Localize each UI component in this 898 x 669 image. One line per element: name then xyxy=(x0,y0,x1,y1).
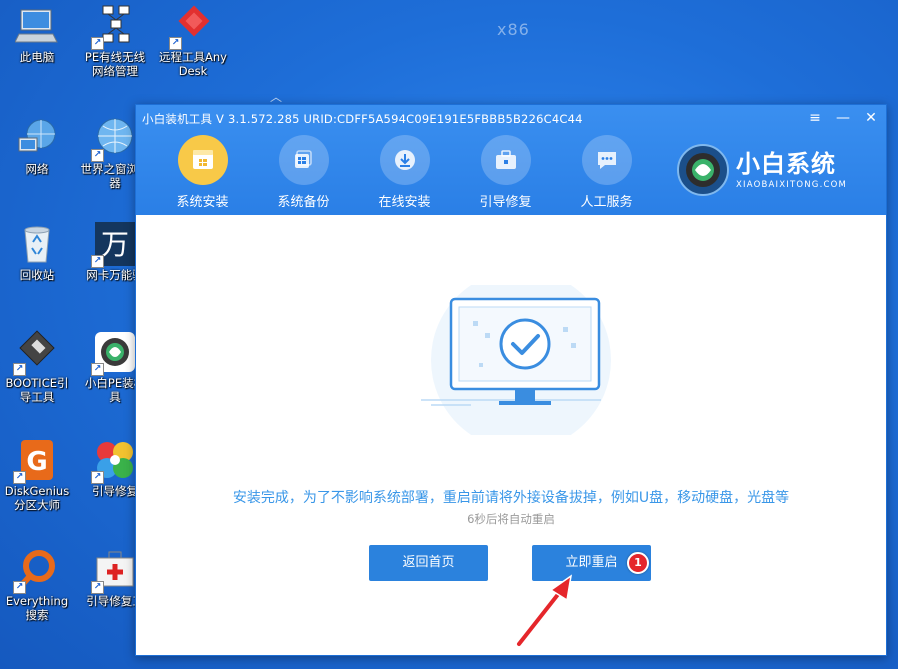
floppy-tool-icon: ↗ xyxy=(13,330,59,376)
medkit-icon: ↗ xyxy=(91,548,137,594)
menu-button[interactable]: ≡ xyxy=(804,108,826,128)
tab-label: 系统安装 xyxy=(176,195,229,210)
svg-text:万: 万 xyxy=(101,228,129,261)
tab-human-service[interactable]: 人工服务 xyxy=(556,135,657,210)
window-header: 小白装机工具 V 3.1.572.285 URID:CDFF5A594C09E1… xyxy=(136,105,886,215)
tab-label: 在线安装 xyxy=(378,195,431,210)
install-complete-message: 安装完成，为了不影响系统部署，重启前请将外接设备拔掉，例如U盘，移动硬盘，光盘等 xyxy=(232,490,790,506)
title-bar[interactable]: 小白装机工具 V 3.1.572.285 URID:CDFF5A594C09E1… xyxy=(136,105,886,131)
shortcut-arrow-icon: ↗ xyxy=(169,37,182,50)
svg-text:G: G xyxy=(26,447,47,477)
world-window-browser-icon: ↗ xyxy=(91,116,137,162)
desktop-icon-everything[interactable]: ↗ Everything搜索 xyxy=(2,548,72,622)
recycle-bin-icon xyxy=(15,222,59,266)
desktop-icon-pe-network[interactable]: ↗ PE有线无线网络管理 xyxy=(80,4,150,78)
desktop-icon-label: DiskGenius分区大师 xyxy=(4,484,70,512)
desktop-icon-label: 此电脑 xyxy=(19,50,55,64)
close-button[interactable]: ✕ xyxy=(860,108,882,128)
download-icon xyxy=(379,135,430,185)
tab-system-install[interactable]: 系统安装 xyxy=(152,131,253,211)
desktop-watermark: x86 xyxy=(497,20,530,39)
desktop-icon-label: PE有线无线网络管理 xyxy=(84,50,146,78)
shortcut-arrow-icon: ↗ xyxy=(13,363,26,376)
desktop-icon-label: 远程工具AnyDesk xyxy=(159,50,227,78)
shortcut-arrow-icon: ↗ xyxy=(91,581,104,594)
desktop-icon-diskgenius[interactable]: G ↗ DiskGenius分区大师 xyxy=(2,438,72,512)
desktop-icon-label: 回收站 xyxy=(19,268,55,282)
shortcut-arrow-icon: ↗ xyxy=(91,255,104,268)
desktop-icon-label: Everything搜索 xyxy=(5,594,69,622)
minimize-button[interactable]: — xyxy=(832,108,854,128)
shortcut-arrow-icon: ↗ xyxy=(91,149,104,162)
shortcut-arrow-icon: ↗ xyxy=(91,471,104,484)
tab-label: 系统备份 xyxy=(277,195,330,210)
toolbox-icon xyxy=(480,135,531,185)
desktop-icon-anydesk[interactable]: ↗ 远程工具AnyDesk xyxy=(158,4,228,78)
tab-system-backup[interactable]: 系统备份 xyxy=(253,135,354,210)
red-arrow-icon xyxy=(515,574,573,648)
back-home-button[interactable]: 返回首页 xyxy=(369,545,488,581)
auto-restart-countdown: 6秒后将自动重启 xyxy=(467,512,555,526)
desktop-icon-network[interactable]: 网络 xyxy=(2,116,72,176)
desktop-icon-this-pc[interactable]: 此电脑 xyxy=(2,4,72,64)
window-title: 小白装机工具 V 3.1.572.285 URID:CDFF5A594C09E1… xyxy=(142,112,583,126)
shortcut-arrow-icon: ↗ xyxy=(13,471,26,484)
xiaobai-brand-icon xyxy=(677,144,729,196)
anydesk-icon: ↗ xyxy=(169,4,215,50)
diskgenius-icon: G ↗ xyxy=(13,438,59,484)
desktop-decoration-icon: ︿ xyxy=(270,90,283,104)
main-nav: 系统安装 系统备份 在线安装 引导修复 人工服务 xyxy=(152,131,657,211)
brand-logo: 小白系统 XIAOBAIXITONG.COM xyxy=(676,143,847,197)
windows-box-icon xyxy=(177,135,228,185)
desktop-icon-recycle-bin[interactable]: 回收站 xyxy=(2,222,72,282)
tab-label: 人工服务 xyxy=(580,195,633,210)
monitor-check-icon xyxy=(421,285,611,435)
windows-backup-icon xyxy=(278,135,329,185)
tab-label: 引导修复 xyxy=(479,195,532,210)
network-globe-icon xyxy=(15,116,59,160)
desktop-icon-bootice[interactable]: ↗ BOOTICE引导工具 xyxy=(2,330,72,404)
network-diagram-icon: ↗ xyxy=(91,4,137,50)
magnifier-icon: ↗ xyxy=(13,548,59,594)
wan-driver-icon: 万 ↗ xyxy=(91,222,137,268)
tab-boot-repair[interactable]: 引导修复 xyxy=(455,135,556,210)
desktop-icon-label: BOOTICE引导工具 xyxy=(5,376,69,404)
xiaobai-logo-icon: ↗ xyxy=(91,330,137,376)
chat-icon xyxy=(581,135,632,185)
step-badge: 1 xyxy=(627,552,649,574)
shortcut-arrow-icon: ↗ xyxy=(13,581,26,594)
shortcut-arrow-icon: ↗ xyxy=(91,37,104,50)
installer-window: 小白装机工具 V 3.1.572.285 URID:CDFF5A594C09E1… xyxy=(135,104,887,656)
pinwheel-icon: ↗ xyxy=(91,438,137,484)
computer-icon xyxy=(15,4,59,48)
desktop-icon-label: 网络 xyxy=(25,162,49,176)
tab-online-install[interactable]: 在线安装 xyxy=(354,135,455,210)
brand-name: 小白系统 xyxy=(736,150,836,178)
shortcut-arrow-icon: ↗ xyxy=(91,363,104,376)
brand-domain: XIAOBAIXITONG.COM xyxy=(736,180,848,190)
content-area: 安装完成，为了不影响系统部署，重启前请将外接设备拔掉，例如U盘，移动硬盘，光盘等… xyxy=(136,215,886,655)
